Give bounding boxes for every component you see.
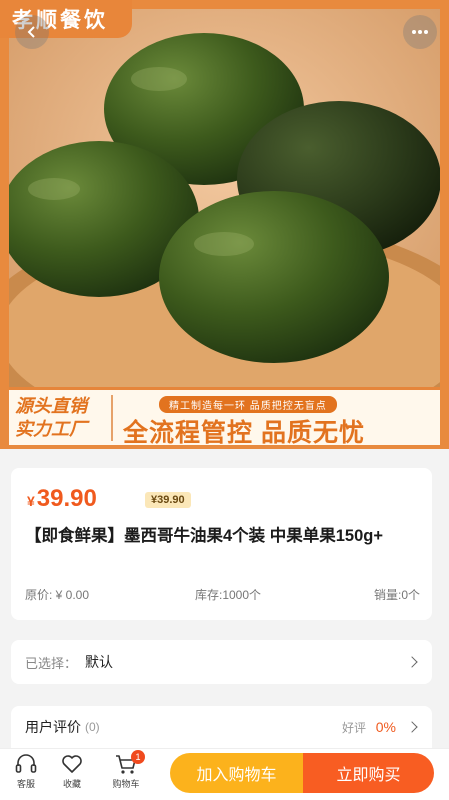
product-image-area: 孝顺餐饮 源头直销 实力工厂 精工制造每一环 品质把控无盲点 全流程管控 品质无… — [0, 0, 449, 449]
add-to-cart-button[interactable]: 加入购物车 — [170, 753, 303, 793]
product-info-card: ¥ 39.90 ¥39.90 【即食鲜果】墨西哥牛油果4个装 中果单果150g+… — [11, 468, 432, 620]
banner-slogan: 源头直销 实力工厂 — [9, 394, 113, 441]
spec-label: 已选择： — [25, 655, 78, 671]
spec-selector[interactable]: 已选择： 默认 — [11, 640, 432, 684]
more-dots-icon — [412, 30, 428, 34]
chevron-right-icon — [406, 656, 418, 668]
reviews-count: (0) — [85, 720, 100, 734]
favorite-label: 收藏 — [62, 779, 81, 789]
good-rating-label: 好评 — [341, 720, 366, 735]
back-button[interactable] — [15, 15, 49, 49]
sold-count: 销量:0个 — [373, 588, 420, 602]
stock-count: 库存:1000个 — [195, 588, 262, 602]
price-currency: ¥ — [27, 493, 35, 509]
cart-label: 购物车 — [112, 779, 140, 789]
original-price: 原价: ¥ 0.00 — [25, 588, 90, 602]
service-button[interactable]: 客服 — [6, 753, 46, 790]
bottom-action-bar: 客服 收藏 1 购物车 加入购物车 立即购买 — [0, 748, 449, 800]
spec-value: 默认 — [85, 654, 114, 670]
favorite-button[interactable]: 收藏 — [52, 753, 92, 790]
product-photo — [9, 9, 440, 387]
chevron-right-icon — [406, 721, 418, 733]
cart-count-badge: 1 — [131, 750, 145, 764]
banner-headline-area: 精工制造每一环 品质把控无盲点 全流程管控 品质无忧 — [113, 389, 440, 447]
cart-button[interactable]: 1 购物车 — [106, 750, 146, 790]
heart-icon — [62, 755, 82, 773]
buy-now-button[interactable]: 立即购买 — [303, 753, 434, 793]
good-rating-percent: 0% — [375, 719, 396, 735]
price: 39.90 — [36, 485, 97, 512]
member-price-badge: ¥39.90 — [145, 492, 191, 508]
headset-icon — [15, 754, 37, 773]
reviews-row[interactable]: 用户评价 (0) 好评 0% — [11, 706, 432, 748]
product-title: 【即食鲜果】墨西哥牛油果4个装 中果单果150g+ — [25, 527, 384, 545]
banner-slogan-line1: 源头直销 — [15, 395, 87, 416]
service-label: 客服 — [16, 779, 35, 789]
banner-slogan-line2: 实力工厂 — [15, 418, 87, 439]
price-row: ¥ 39.90 — [27, 485, 97, 513]
more-button[interactable] — [403, 15, 437, 49]
banner-subtitle: 精工制造每一环 品质把控无盲点 — [159, 395, 337, 413]
avocado-photo — [9, 9, 440, 387]
promo-banner: 源头直销 实力工厂 精工制造每一环 品质把控无盲点 全流程管控 品质无忧 — [9, 387, 440, 447]
reviews-title: 用户评价 — [25, 719, 81, 735]
banner-headline: 全流程管控 品质无忧 — [123, 418, 365, 447]
back-arrow-icon — [27, 26, 35, 38]
